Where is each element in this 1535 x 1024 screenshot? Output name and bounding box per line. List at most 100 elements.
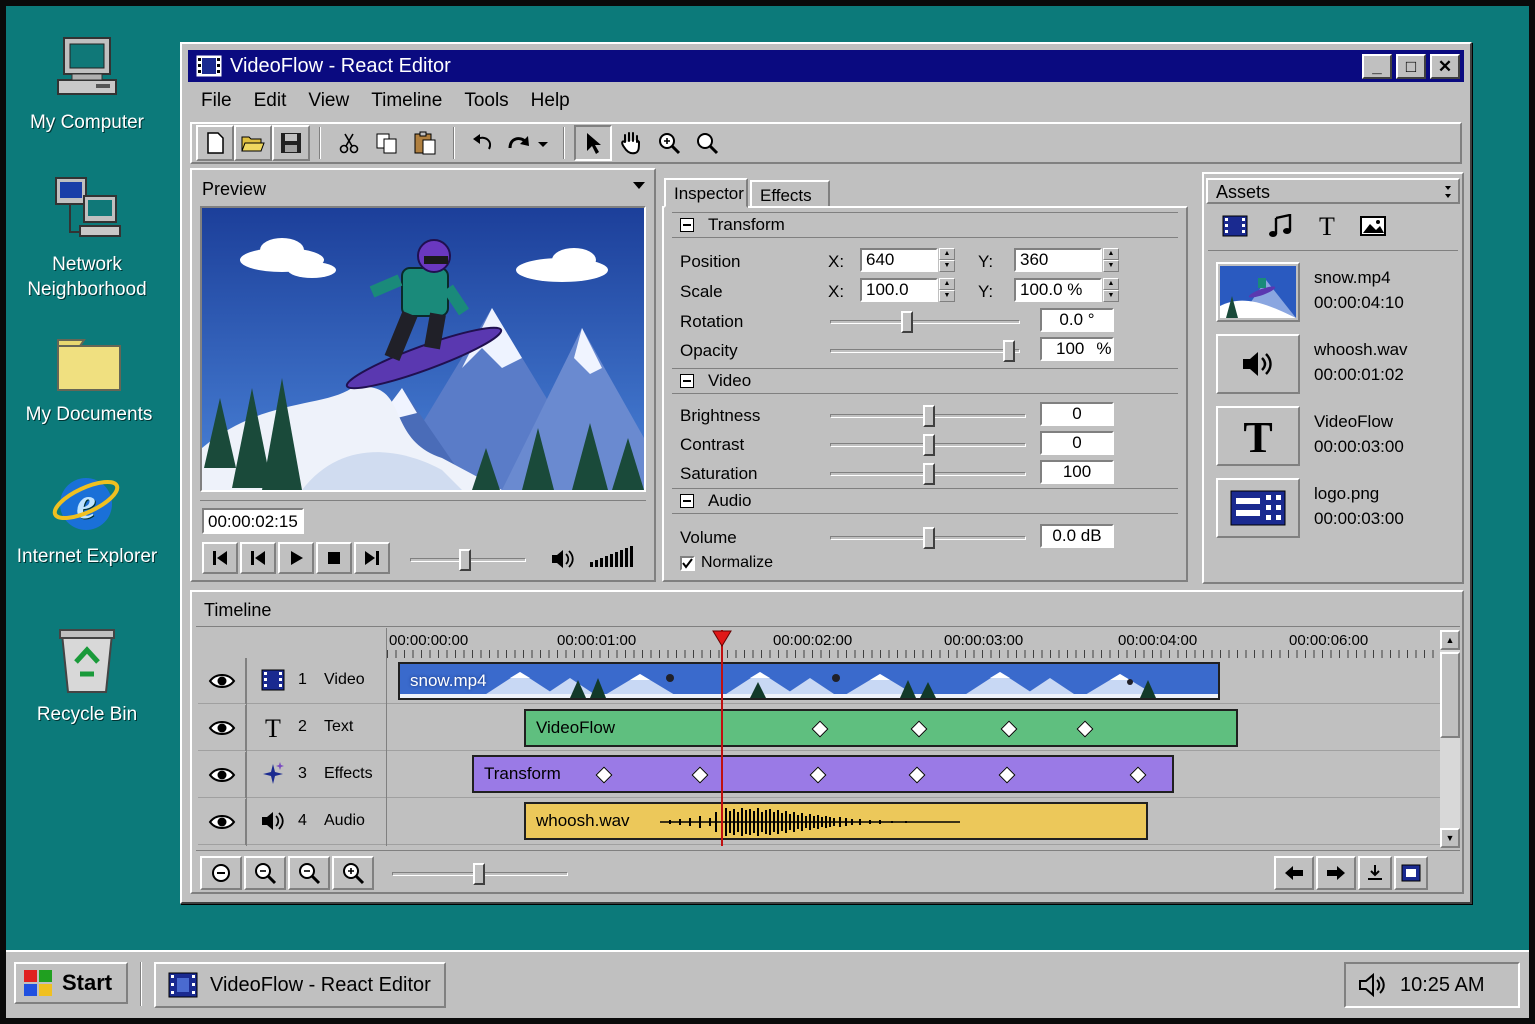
scale-y-spinner[interactable]: ▲ ▼ — [1103, 278, 1119, 302]
brightness-value[interactable]: 0 — [1040, 402, 1114, 426]
track-visibility-toggle[interactable] — [198, 658, 246, 704]
title-bar[interactable]: VideoFlow - React Editor _ □ ✕ — [188, 50, 1464, 82]
timeline-zoom-slider[interactable] — [392, 863, 568, 885]
select-tool-button[interactable] — [574, 125, 612, 161]
open-button[interactable] — [234, 125, 272, 161]
keyframe-marker[interactable] — [1076, 720, 1094, 738]
stop-button[interactable] — [316, 542, 352, 574]
minimize-button[interactable]: _ — [1362, 54, 1392, 79]
desktop-icon-recycle-bin[interactable]: Recycle Bin — [12, 624, 162, 727]
play-button[interactable] — [278, 542, 314, 574]
volume-slider[interactable] — [830, 527, 1026, 549]
menu-view[interactable]: View — [297, 86, 360, 114]
preview-volume-slider[interactable] — [410, 549, 526, 571]
image-filter-icon[interactable] — [1358, 214, 1388, 238]
keyframe-marker[interactable] — [811, 720, 829, 738]
keyframe-marker[interactable] — [691, 766, 709, 784]
zoom-reset-button[interactable] — [288, 856, 330, 890]
asset-item[interactable]: T VideoFlow 00:00:03:00 — [1216, 406, 1456, 468]
tab-inspector[interactable]: Inspector — [664, 178, 748, 208]
contrast-value[interactable]: 0 — [1040, 431, 1114, 455]
keyframe-marker[interactable] — [1129, 766, 1147, 784]
keyframe-marker[interactable] — [595, 766, 613, 784]
asset-item[interactable]: whoosh.wav 00:00:01:02 — [1216, 334, 1456, 396]
go-to-start-button[interactable] — [202, 542, 238, 574]
asset-item[interactable]: snow.mp4 00:00:04:10 — [1216, 262, 1456, 324]
desktop-icon-my-computer[interactable]: My Computer — [12, 36, 162, 135]
clip-effects[interactable]: Transform — [472, 755, 1174, 793]
normalize-checkbox[interactable] — [680, 555, 695, 571]
scroll-down-arrow-icon[interactable]: ▼ — [1440, 828, 1460, 848]
volume-speaker-icon[interactable] — [550, 548, 576, 570]
keyframe-marker[interactable] — [809, 766, 827, 784]
maximize-button[interactable]: □ — [1396, 54, 1426, 79]
opacity-slider[interactable] — [830, 340, 1020, 362]
preview-viewport[interactable] — [200, 206, 646, 492]
opacity-input[interactable]: 100 % — [1040, 337, 1114, 361]
close-button[interactable]: ✕ — [1430, 54, 1460, 79]
volume-value[interactable]: 0.0 dB — [1040, 524, 1114, 548]
keyframe-marker[interactable] — [1000, 720, 1018, 738]
position-x-input[interactable]: 640 — [860, 248, 938, 272]
desktop-icon-network[interactable]: Network Neighborhood — [12, 174, 162, 302]
tab-effects[interactable]: Effects — [750, 180, 830, 208]
copy-button[interactable] — [368, 125, 406, 161]
brightness-slider[interactable] — [830, 405, 1026, 427]
scale-y-input[interactable]: 100.0 % — [1014, 278, 1102, 302]
clip-video[interactable]: snow.mp4 — [398, 662, 1220, 700]
snap-button[interactable] — [1358, 856, 1392, 890]
undo-button[interactable] — [464, 125, 502, 161]
position-x-spinner[interactable]: ▲ ▼ — [939, 248, 955, 272]
save-button[interactable] — [272, 125, 310, 161]
menu-edit[interactable]: Edit — [243, 86, 298, 114]
asset-item[interactable]: logo.png 00:00:03:00 — [1216, 478, 1456, 540]
track-visibility-toggle[interactable] — [198, 752, 246, 798]
saturation-slider[interactable] — [830, 463, 1026, 485]
desktop-icon-internet-explorer[interactable]: e Internet Explorer — [12, 468, 162, 569]
track-visibility-toggle[interactable] — [198, 799, 246, 845]
menu-timeline[interactable]: Timeline — [360, 86, 453, 114]
hand-tool-button[interactable] — [612, 125, 650, 161]
menu-file[interactable]: File — [190, 86, 243, 114]
scale-x-input[interactable]: 100.0 — [860, 278, 938, 302]
position-y-input[interactable]: 360 — [1014, 248, 1102, 272]
music-filter-icon[interactable] — [1266, 214, 1296, 238]
position-y-spinner[interactable]: ▲ ▼ — [1103, 248, 1119, 272]
step-back-button[interactable] — [240, 542, 276, 574]
scroll-up-arrow-icon[interactable]: ▲ — [1440, 630, 1460, 650]
normalize-checkbox-row[interactable]: Normalize — [680, 554, 773, 572]
new-button[interactable] — [196, 125, 234, 161]
zoom-out-tool-button[interactable] — [688, 125, 726, 161]
zoom-in-button[interactable] — [332, 856, 374, 890]
tray-volume-icon[interactable] — [1358, 972, 1388, 998]
desktop-icon-my-documents[interactable]: My Documents — [14, 334, 164, 427]
scroll-thumb[interactable] — [1440, 652, 1460, 738]
menu-help[interactable]: Help — [520, 86, 581, 114]
menu-tools[interactable]: Tools — [453, 86, 519, 114]
clip-text[interactable]: VideoFlow — [524, 709, 1238, 747]
saturation-value[interactable]: 100 — [1040, 460, 1114, 484]
track-visibility-toggle[interactable] — [198, 705, 246, 751]
preview-menu-arrow-icon[interactable] — [632, 180, 646, 190]
playhead-line[interactable] — [721, 630, 723, 846]
contrast-slider[interactable] — [830, 434, 1026, 456]
section-video-header[interactable]: Video — [672, 368, 1178, 394]
taskbar-task-videoflow[interactable]: VideoFlow - React Editor — [154, 962, 446, 1008]
playhead-marker-icon[interactable] — [712, 630, 732, 648]
clip-audio[interactable]: whoosh.wav — [524, 802, 1148, 840]
go-to-end-button[interactable] — [354, 542, 390, 574]
text-filter-icon[interactable]: T — [1312, 214, 1342, 238]
zoom-fit-button[interactable] — [200, 856, 242, 890]
section-audio-header[interactable]: Audio — [672, 488, 1178, 514]
film-filter-icon[interactable] — [1220, 214, 1250, 238]
timeline-vscrollbar[interactable]: ▲ ▼ — [1440, 630, 1460, 848]
previous-edit-button[interactable] — [1274, 856, 1314, 890]
assets-menu-icon[interactable] — [1444, 184, 1452, 200]
keyframe-marker[interactable] — [910, 720, 928, 738]
timeline-ruler[interactable]: 00:00:00:00 00:00:01:00 00:00:02:00 00:0… — [386, 628, 1441, 658]
settings-button[interactable] — [1394, 856, 1428, 890]
rotation-slider[interactable] — [830, 311, 1020, 333]
cut-button[interactable] — [330, 125, 368, 161]
rotation-value[interactable]: 0.0 ° — [1040, 308, 1114, 332]
keyframe-marker[interactable] — [908, 766, 926, 784]
